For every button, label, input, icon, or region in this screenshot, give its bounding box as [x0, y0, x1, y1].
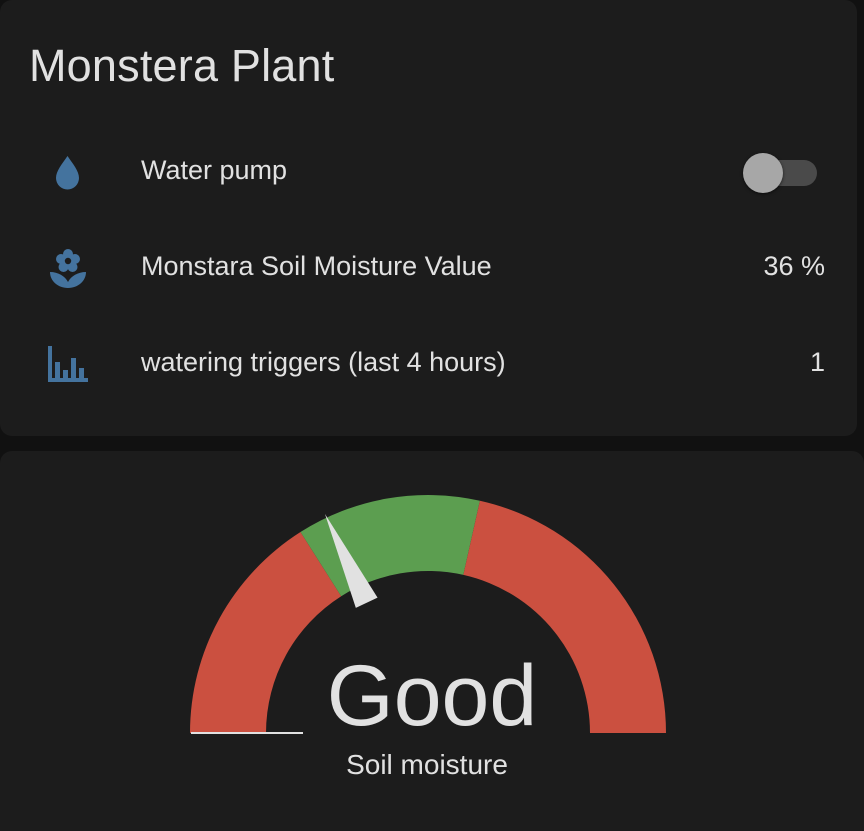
- watering-triggers-label: watering triggers (last 4 hours): [141, 347, 506, 377]
- water-pump-toggle[interactable]: [743, 153, 817, 193]
- entity-row-watering-triggers[interactable]: watering triggers (last 4 hours) 1: [0, 332, 857, 392]
- entities-card: Monstera Plant Water pump Monstara Soil …: [0, 0, 857, 436]
- gauge-value: Good: [326, 648, 538, 744]
- toggle-knob: [743, 153, 783, 193]
- gauge-name: Soil moisture: [346, 749, 508, 780]
- soil-moisture-value: 36 %: [763, 251, 825, 281]
- entity-row-soil-moisture[interactable]: Monstara Soil Moisture Value 36 %: [0, 236, 857, 296]
- flower-icon: [44, 248, 92, 288]
- bar-chart-icon: [44, 344, 92, 384]
- gauge-card[interactable]: Good Soil moisture: [0, 451, 864, 831]
- watering-triggers-value: 1: [809, 347, 825, 377]
- card-title: Monstera Plant: [29, 40, 335, 91]
- entity-row-water-pump[interactable]: Water pump: [0, 140, 857, 200]
- soil-moisture-label: Monstara Soil Moisture Value: [141, 251, 492, 281]
- water-drop-icon: [44, 152, 92, 192]
- water-pump-label: Water pump: [141, 155, 288, 185]
